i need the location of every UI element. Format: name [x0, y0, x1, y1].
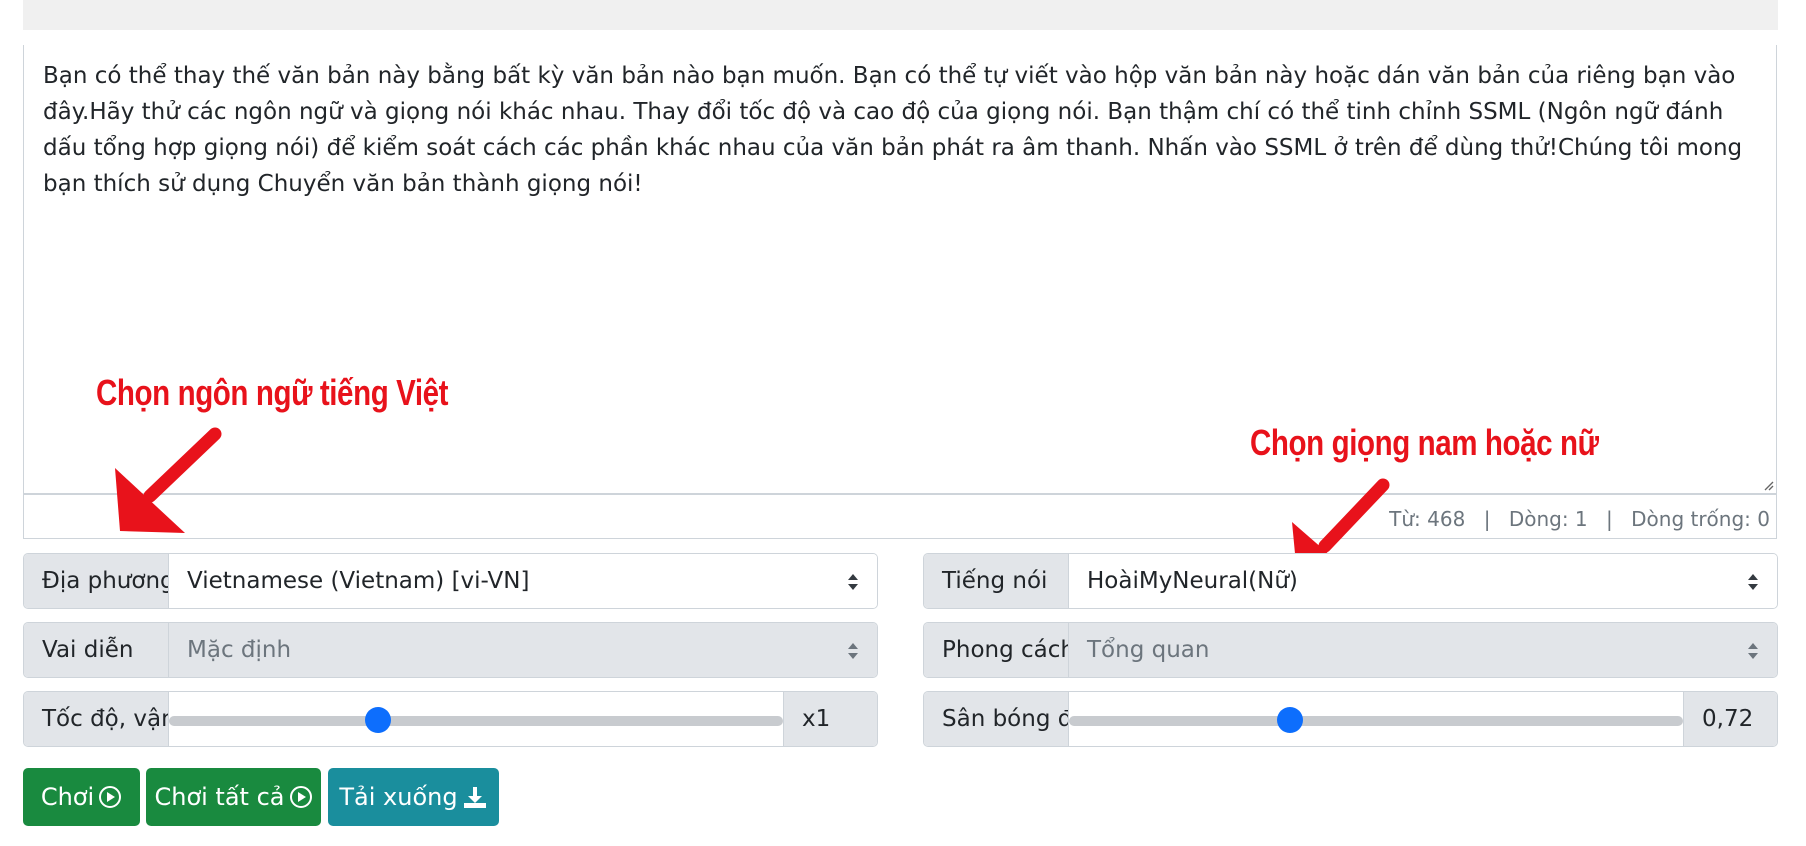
download-button-label: Tải xuống [339, 783, 458, 811]
pitch-value: 0,72 [1683, 692, 1777, 746]
select-caret-icon [1748, 643, 1758, 659]
play-button[interactable]: Chơi [23, 768, 140, 826]
play-all-button-label: Chơi tất cả [154, 783, 285, 811]
select-caret-icon [848, 643, 858, 659]
play-circle-icon [289, 786, 312, 808]
role-select[interactable]: Mặc định [169, 623, 877, 677]
play-all-button[interactable]: Chơi tất cả [146, 768, 321, 826]
role-label: Vai diễn [24, 623, 169, 677]
download-icon [463, 787, 486, 808]
style-group: Phong cách Tổng quan [923, 622, 1778, 678]
role-select-value: Mặc định [187, 637, 292, 663]
pitch-slider-track[interactable] [1069, 716, 1683, 726]
locale-select-value: Vietnamese (Vietnam) [vi-VN] [187, 568, 530, 594]
speed-value: x1 [783, 692, 877, 746]
voice-group: Tiếng nói HoàiMyNeural(Nữ) [923, 553, 1778, 609]
pitch-slider[interactable] [1069, 692, 1683, 746]
speed-slider-track[interactable] [169, 716, 783, 726]
voice-select[interactable]: HoàiMyNeural(Nữ) [1069, 554, 1777, 608]
play-button-label: Chơi [40, 783, 95, 811]
download-button[interactable]: Tải xuống [328, 768, 499, 826]
speed-slider-thumb[interactable] [364, 707, 391, 733]
red-arrow-icon [115, 427, 222, 533]
voice-label: Tiếng nói [924, 554, 1069, 608]
speed-group: Tốc độ, vận tốc x1 [23, 691, 878, 747]
style-label: Phong cách [924, 623, 1069, 677]
select-caret-icon [1748, 574, 1758, 590]
locale-group: Địa phương Vietnamese (Vietnam) [vi-VN] [23, 553, 878, 609]
voice-select-value: HoàiMyNeural(Nữ) [1087, 568, 1298, 594]
style-select[interactable]: Tổng quan [1069, 623, 1777, 677]
pitch-slider-thumb[interactable] [1277, 707, 1304, 733]
speed-slider[interactable] [169, 692, 783, 746]
select-caret-icon [848, 574, 858, 590]
speed-label: Tốc độ, vận tốc [24, 692, 169, 746]
locale-label: Địa phương [24, 554, 169, 608]
role-group: Vai diễn Mặc định [23, 622, 878, 678]
pitch-group: Sân bóng đá 0,72 [923, 691, 1778, 747]
style-select-value: Tổng quan [1087, 637, 1210, 663]
pitch-label: Sân bóng đá [924, 692, 1069, 746]
locale-select[interactable]: Vietnamese (Vietnam) [vi-VN] [169, 554, 877, 608]
play-circle-icon [99, 786, 122, 808]
